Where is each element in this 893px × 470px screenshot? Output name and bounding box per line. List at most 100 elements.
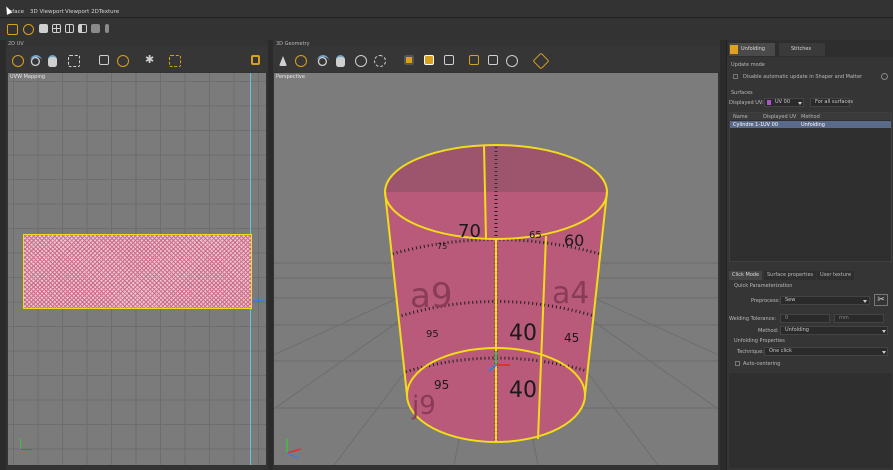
tab-bar: Unfolding Stitches [727, 40, 893, 57]
checkbox-tool-icon[interactable] [99, 55, 109, 65]
pin-icon[interactable] [105, 24, 109, 33]
method-select[interactable]: Unfolding [780, 326, 888, 335]
surfaces-title: Surfaces [731, 90, 753, 96]
auto-centering-label: Auto-centering [743, 361, 781, 367]
texture-label-bot-b: 95 [434, 378, 450, 392]
for-all-surfaces-button[interactable]: For all surfaces [810, 98, 853, 107]
select-arrow-icon[interactable] [279, 56, 287, 66]
disable-update-checkbox[interactable] [733, 74, 738, 79]
preprocess-select[interactable]: Sew [780, 296, 870, 305]
cell-displayed-uv: UV 00 [763, 122, 779, 128]
zoom-icon[interactable] [317, 55, 329, 67]
col-name[interactable]: Name [733, 114, 748, 120]
displayed-uv-chevron-icon [798, 102, 802, 105]
texture-label-top-d: 60 [564, 231, 585, 250]
empty-area [729, 373, 892, 468]
cell-name: Cylindre 1-1 [733, 122, 764, 128]
settings-icon[interactable]: ✱ [145, 54, 157, 67]
orbit-icon[interactable] [374, 55, 386, 67]
texture-label-big-c: j9 [412, 391, 436, 421]
method-chevron-icon [882, 330, 886, 333]
tab-user-texture[interactable]: User texture [817, 271, 855, 280]
unfolding-props-title: Unfolding Properties [734, 338, 785, 344]
uv-badge-icon [730, 45, 738, 54]
uv-color-icon [767, 100, 771, 105]
method-label: Method: [758, 328, 779, 334]
pan-hand-icon[interactable] [48, 55, 57, 67]
save-icon[interactable] [251, 55, 260, 65]
move-icon[interactable] [7, 24, 18, 35]
auto-centering-checkbox[interactable] [735, 361, 740, 366]
uv-panel: 2D UV ✱ UVW Mapping [6, 40, 268, 470]
gizmo-icon[interactable] [23, 24, 34, 35]
axis-icon [20, 438, 32, 450]
refresh-icon[interactable] [881, 73, 888, 80]
view-panel-icon[interactable] [78, 24, 87, 33]
move-icon[interactable] [12, 55, 24, 67]
zoom-icon[interactable] [30, 55, 42, 67]
table-row[interactable]: Cylindre 1-1 UV 00 Unfolding [730, 121, 891, 128]
texture-label-top-a: 70 [458, 221, 481, 242]
welding-label: Welding Tolerance: [729, 316, 777, 322]
frame-select-icon[interactable] [169, 55, 181, 67]
corner-z-axis [286, 452, 299, 459]
technique-chevron-icon [882, 351, 886, 354]
corner-x-axis [286, 448, 302, 454]
menu-item-texture[interactable]: Texture [99, 9, 119, 15]
table-header: Name Displayed UV Method [730, 113, 891, 120]
uv-snap-icon[interactable] [506, 55, 518, 67]
texture-label-top-c: 65 [529, 230, 542, 241]
tab-surface-properties[interactable]: Surface properties [764, 271, 817, 280]
technique-select[interactable]: One click [764, 347, 888, 356]
scissors-icon[interactable]: ✂ [874, 294, 888, 306]
preprocess-label: Preprocess: [751, 298, 780, 304]
col-method[interactable]: Method [801, 114, 820, 120]
inner-back-wall [385, 145, 607, 192]
shading-texture-icon[interactable] [424, 55, 434, 65]
menu-item-3d-viewport[interactable]: 3D Viewport [30, 9, 64, 15]
fit-icon[interactable] [68, 55, 80, 67]
technique-label: Technique: [737, 349, 764, 355]
uv-island[interactable] [23, 234, 252, 309]
viewport-label: UVW Mapping [10, 74, 46, 80]
wireframe-icon[interactable] [444, 55, 454, 65]
menu-item-surface[interactable]: rface [10, 9, 24, 15]
checkbox-tool-icon[interactable] [488, 55, 498, 65]
menu-item-viewport-2d[interactable]: Viewport 2D [65, 9, 99, 15]
geometry-viewport[interactable]: Perspective a9 a4 j9 70 75 65 60 40 45 9… [274, 73, 718, 465]
welding-unit-select[interactable]: mm [834, 314, 884, 323]
lower-tab-bar: Click Mode Surface properties User textu… [729, 271, 892, 280]
displayed-uv-label: Displayed UV: [729, 100, 764, 106]
display-icon[interactable] [469, 55, 479, 65]
move-icon[interactable] [295, 55, 307, 67]
gizmo-icon[interactable] [532, 52, 550, 70]
rotate-icon[interactable] [355, 55, 367, 67]
texture-label-mid-c: 95 [426, 329, 439, 340]
quick-param-title: Quick Parameterization [734, 283, 793, 289]
preprocess-chevron-icon [863, 300, 867, 303]
shading-solid-icon[interactable] [404, 55, 414, 65]
tab-click-mode[interactable]: Click Mode [729, 271, 763, 280]
cell-method: Unfolding [801, 122, 825, 128]
pan-hand-icon[interactable] [336, 55, 345, 67]
texture-label-mid-a: 40 [509, 321, 537, 346]
layout-icon[interactable] [91, 24, 100, 33]
texture-label-bot-a: 40 [509, 378, 537, 403]
uv-viewport[interactable]: UVW Mapping [8, 73, 266, 465]
view-quad-icon[interactable] [52, 24, 61, 33]
texture-label-big-b: a4 [552, 276, 590, 311]
uv-property-panel: Unfolding Stitches Update mode Disable a… [726, 40, 893, 470]
col-displayed-uv[interactable]: Displayed UV [763, 114, 796, 120]
scene-svg [274, 144, 718, 465]
update-mode-title: Update mode [731, 62, 765, 68]
view-split-icon[interactable] [65, 24, 74, 33]
geometry-panel: 3D Geometry Perspective a9 a4 j9 70 75 6… [273, 40, 720, 470]
uv-toolbar: ✱ [6, 46, 268, 72]
tab-stitches[interactable]: Stitches [779, 43, 825, 56]
geometry-toolbar [273, 46, 720, 72]
view-single-icon[interactable] [39, 24, 48, 33]
welding-input[interactable]: 0 [780, 314, 830, 323]
menu-bar: rface 3D Viewport Viewport 2D Texture [0, 0, 893, 18]
main-toolbar [0, 18, 893, 40]
uv-snap-icon[interactable] [117, 55, 129, 67]
